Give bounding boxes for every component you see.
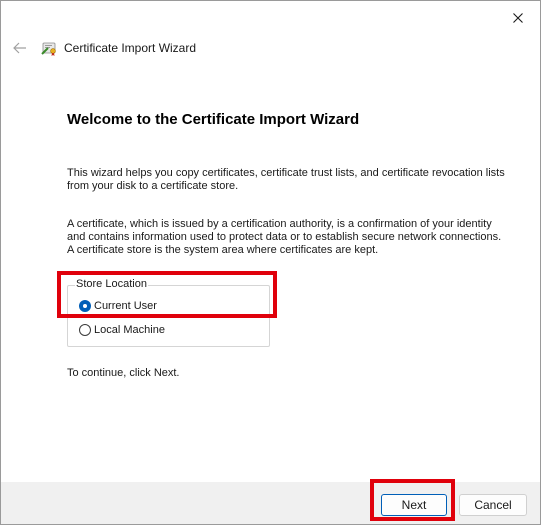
- back-arrow-icon: [13, 42, 26, 54]
- radio-label: Current User: [94, 300, 157, 312]
- radio-current-user[interactable]: Current User: [79, 298, 157, 314]
- intro-paragraph: This wizard helps you copy certificates,…: [67, 167, 505, 192]
- cancel-button[interactable]: Cancel: [459, 494, 527, 516]
- radio-label: Local Machine: [94, 324, 165, 336]
- wizard-header: Certificate Import Wizard: [1, 31, 540, 67]
- radio-local-machine[interactable]: Local Machine: [79, 322, 165, 338]
- certificate-wizard-icon: [41, 42, 56, 56]
- back-button[interactable]: [11, 39, 29, 57]
- close-button[interactable]: [502, 5, 534, 31]
- next-button[interactable]: Next: [381, 494, 447, 516]
- wizard-window: Certificate Import Wizard Welcome to the…: [0, 0, 541, 525]
- continue-instruction: To continue, click Next.: [67, 367, 180, 379]
- certificate-description-paragraph: A certificate, which is issued by a cert…: [67, 218, 502, 256]
- radio-button-unchecked[interactable]: [79, 324, 91, 336]
- close-icon: [513, 13, 523, 23]
- wizard-footer: Next Cancel: [1, 482, 540, 524]
- store-location-legend: Store Location: [75, 278, 148, 290]
- store-location-group: Store Location Current User Local Machin…: [67, 278, 270, 347]
- radio-button-checked[interactable]: [79, 300, 91, 312]
- window-title: Certificate Import Wizard: [64, 41, 197, 55]
- page-heading: Welcome to the Certificate Import Wizard: [67, 111, 360, 128]
